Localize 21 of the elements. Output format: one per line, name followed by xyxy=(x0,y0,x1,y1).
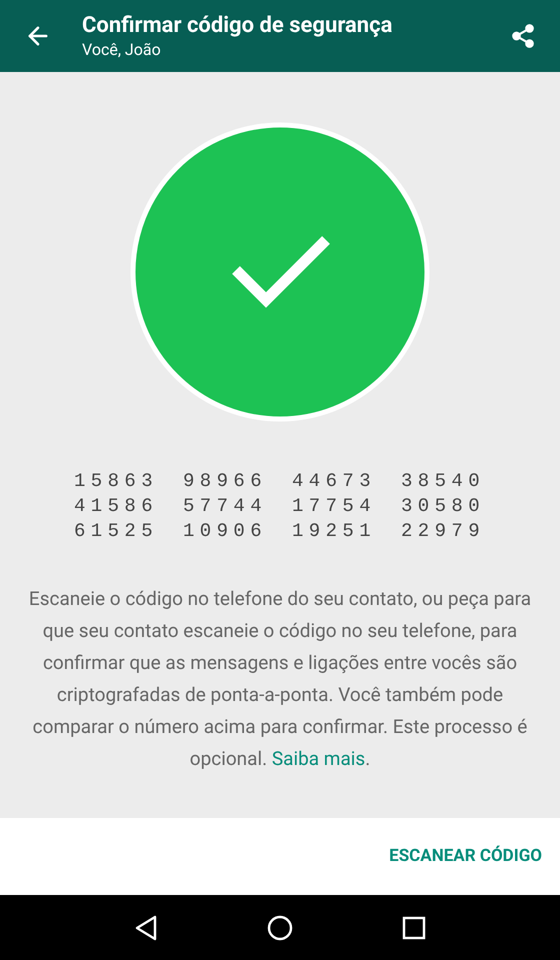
recents-square-icon[interactable] xyxy=(402,916,426,940)
home-circle-icon[interactable] xyxy=(266,914,293,940)
share-icon[interactable] xyxy=(510,23,536,49)
code-group: 57744 xyxy=(183,495,268,517)
screen-subtitle: Você, João xyxy=(82,40,162,60)
code-group: 15863 xyxy=(74,470,159,492)
scan-code-button[interactable]: ESCANEAR CÓDIGO xyxy=(387,844,544,870)
description-paragraph: Escaneie o código no telefone do seu contato, ou peça para que seu contato escaneie o código no seu telefone, para confirmar que as mensagens e ligações entre vocês são criptografadas de ponta-a-ponta. Você também pode comparar o número acima para confirmar. Este processo é opcional. Saiba mais. xyxy=(28,586,532,772)
code-group: 61525 xyxy=(74,520,159,542)
code-group: 41586 xyxy=(74,495,159,517)
code-group: 44673 xyxy=(292,470,377,492)
code-group: 22979 xyxy=(401,520,486,542)
back-triangle-icon[interactable] xyxy=(134,914,158,940)
code-group: 30580 xyxy=(401,495,486,517)
code-group: 98966 xyxy=(183,470,268,492)
screen-title: Confirmar código de segurança xyxy=(82,12,394,40)
code-group: 38540 xyxy=(401,470,486,492)
learn-more-link[interactable]: Saiba mais xyxy=(272,747,366,770)
code-group: 19251 xyxy=(292,520,377,542)
code-group: 10906 xyxy=(183,520,268,542)
code-group: 17754 xyxy=(292,495,377,517)
